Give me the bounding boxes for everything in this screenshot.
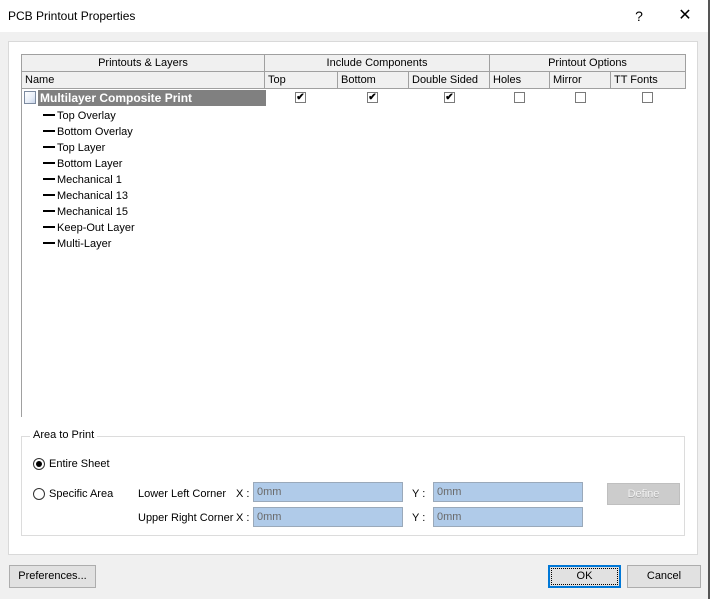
layer-line-icon [43, 194, 55, 197]
cancel-button[interactable]: Cancel [627, 565, 701, 588]
area-to-print-label: Area to Print [30, 429, 98, 441]
upper-right-y-input[interactable]: 0mm [433, 507, 583, 527]
close-button[interactable]: ✕ [670, 4, 700, 28]
title-bar: PCB Printout Properties ? ✕ [0, 0, 710, 32]
tree-layer-item[interactable]: Mechanical 15 [43, 204, 128, 220]
layer-label: Top Overlay [57, 110, 116, 122]
layer-label: Keep-Out Layer [57, 222, 135, 234]
layer-label: Multi-Layer [57, 238, 112, 250]
layer-label: Mechanical 1 [57, 174, 122, 186]
tree-layer-item[interactable]: Multi-Layer [43, 236, 111, 252]
upper-right-corner-label: Upper Right Corner [138, 512, 234, 524]
specific-area-radio[interactable] [33, 488, 45, 500]
printout-tree[interactable]: Printouts & Layers Include Components Pr… [21, 54, 686, 417]
lower-left-x-label: X : [236, 488, 250, 500]
column-mirror[interactable]: Mirror [550, 72, 611, 88]
upper-right-x-input[interactable]: 0mm [253, 507, 403, 527]
layer-label: Top Layer [57, 142, 106, 154]
layer-line-icon [43, 242, 55, 245]
layer-label: Mechanical 15 [57, 206, 128, 218]
group-header-row: Printouts & Layers Include Components Pr… [22, 54, 686, 72]
root-item-label: Multilayer Composite Print [38, 90, 266, 106]
layer-label: Mechanical 13 [57, 190, 128, 202]
checkbox-bottom[interactable]: ✔ [367, 92, 378, 103]
entire-sheet-radio[interactable] [33, 458, 45, 470]
layer-label: Bottom Overlay [57, 126, 133, 138]
layer-line-icon [43, 178, 55, 181]
column-header-row: Name Top Bottom Double Sided Holes Mirro… [22, 71, 686, 89]
upper-right-y-label: Y : [412, 512, 426, 524]
header-printout-options: Printout Options [490, 55, 686, 71]
upper-right-x-label: X : [236, 512, 250, 524]
layer-line-icon [43, 130, 55, 133]
tree-layer-item[interactable]: Top Overlay [43, 108, 116, 124]
layer-line-icon [43, 146, 55, 149]
layer-line-icon [43, 226, 55, 229]
entire-sheet-label[interactable]: Entire Sheet [49, 458, 110, 470]
checkbox-mirror[interactable] [575, 92, 586, 103]
lower-left-corner-label: Lower Left Corner [138, 488, 227, 500]
lower-left-x-input[interactable]: 0mm [253, 482, 403, 502]
help-button[interactable]: ? [624, 4, 654, 28]
lower-left-y-input[interactable]: 0mm [433, 482, 583, 502]
checkbox-double-sided[interactable]: ✔ [444, 92, 455, 103]
checkbox-tt-fonts[interactable] [642, 92, 653, 103]
content-panel: Printouts & Layers Include Components Pr… [8, 41, 698, 555]
tree-layer-item[interactable]: Bottom Overlay [43, 124, 133, 140]
column-tt-fonts[interactable]: TT Fonts [611, 72, 686, 88]
document-icon [24, 91, 36, 104]
ok-button[interactable]: OK [548, 565, 621, 588]
checkbox-holes[interactable] [514, 92, 525, 103]
column-name[interactable]: Name [22, 72, 265, 88]
column-holes[interactable]: Holes [490, 72, 550, 88]
tree-layer-item[interactable]: Mechanical 13 [43, 188, 128, 204]
tree-layer-item[interactable]: Keep-Out Layer [43, 220, 135, 236]
specific-area-label[interactable]: Specific Area [49, 488, 113, 500]
checkbox-top[interactable]: ✔ [295, 92, 306, 103]
layer-line-icon [43, 162, 55, 165]
tree-layer-item[interactable]: Bottom Layer [43, 156, 122, 172]
header-include-components: Include Components [265, 55, 490, 71]
tree-layer-item[interactable]: Mechanical 1 [43, 172, 122, 188]
lower-left-y-label: Y : [412, 488, 426, 500]
column-top[interactable]: Top [265, 72, 338, 88]
focus-rectangle [551, 568, 618, 585]
preferences-button[interactable]: Preferences... [9, 565, 96, 588]
tree-root-item[interactable]: Multilayer Composite Print [24, 90, 266, 106]
tree-layer-item[interactable]: Top Layer [43, 140, 105, 156]
area-to-print-group: Area to Print Entire Sheet Specific Area… [21, 429, 685, 536]
window-title: PCB Printout Properties [8, 9, 136, 23]
define-button[interactable]: Define [607, 483, 680, 505]
layer-label: Bottom Layer [57, 158, 123, 170]
column-bottom[interactable]: Bottom [338, 72, 409, 88]
column-double-sided[interactable]: Double Sided [409, 72, 490, 88]
header-printouts-layers: Printouts & Layers [22, 55, 265, 71]
layer-line-icon [43, 114, 55, 117]
layer-line-icon [43, 210, 55, 213]
